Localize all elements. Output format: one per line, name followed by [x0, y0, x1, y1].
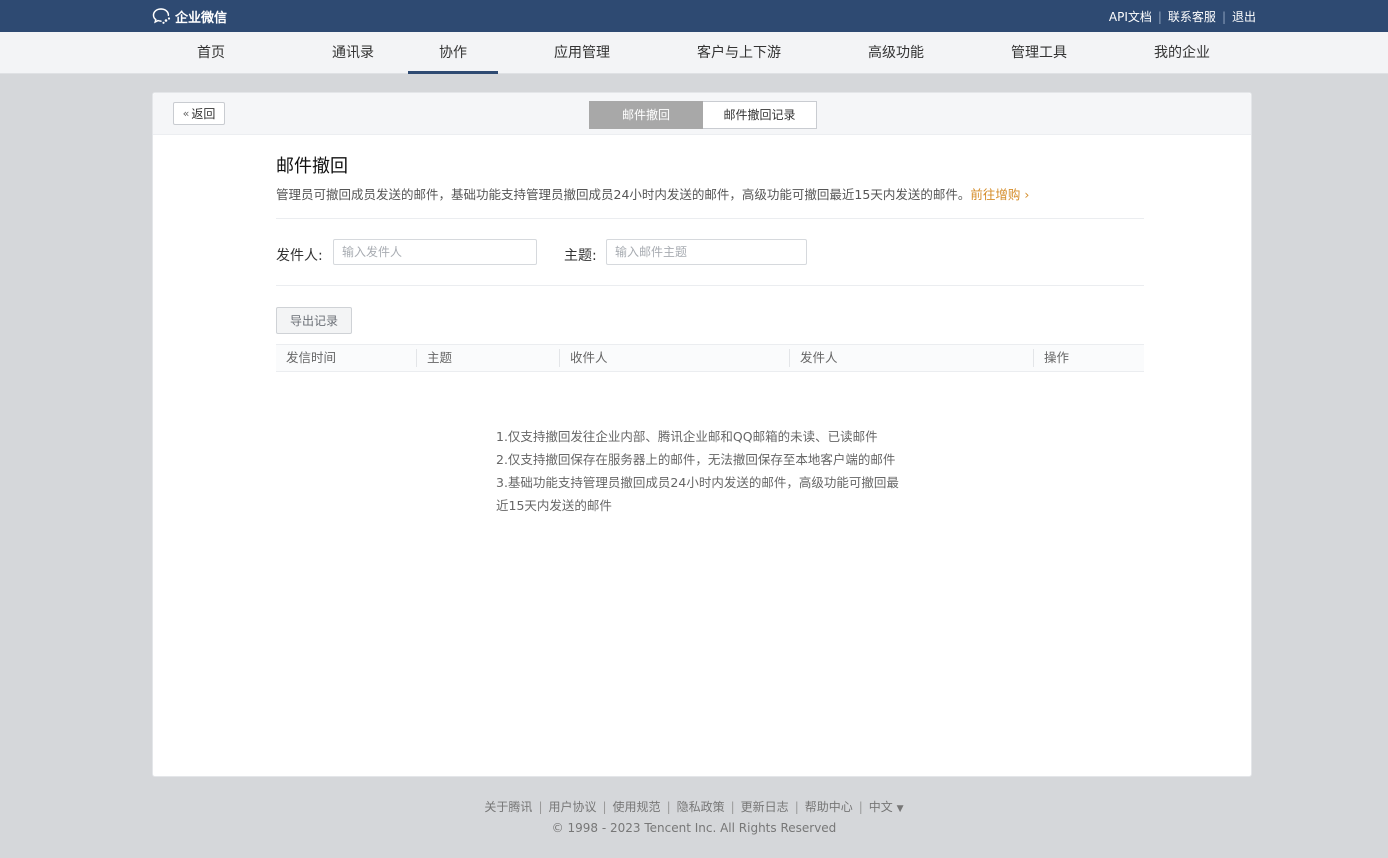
- sender-input[interactable]: [333, 239, 537, 265]
- top-bar: 企业微信 API文档 | 联系客服 | 退出: [0, 0, 1388, 32]
- divider: [276, 285, 1144, 286]
- footer-links: 关于腾讯 | 用户协议 | 使用规范 | 隐私政策 | 更新日志 | 帮助中心 …: [0, 798, 1388, 815]
- language-label: 中文: [868, 800, 893, 814]
- copyright: © 1998 - 2023 Tencent Inc. All Rights Re…: [551, 821, 837, 835]
- separator: |: [666, 799, 671, 814]
- page-description: 管理员可撤回成员发送的邮件，基础功能支持管理员撤回成员24小时内发送的邮件，高级…: [276, 184, 1029, 203]
- column-header-actions: 操作: [1033, 349, 1069, 367]
- separator: |: [1221, 9, 1226, 24]
- main-nav: 首页 通讯录 协作 应用管理 客户与上下游 高级功能 管理工具 我的企业: [0, 32, 1388, 74]
- nav-item-advanced[interactable]: 高级功能: [851, 32, 941, 74]
- table-header: 发信时间 主题 收件人 发件人 操作: [276, 344, 1144, 372]
- upgrade-link[interactable]: 前往增购 ›: [970, 187, 1029, 202]
- contact-support-link[interactable]: 联系客服: [1168, 8, 1216, 25]
- nav-item-tools[interactable]: 管理工具: [994, 32, 1084, 74]
- divider: [276, 218, 1144, 219]
- nav-item-app-management[interactable]: 应用管理: [537, 32, 627, 74]
- footer-link-user-agreement[interactable]: 用户协议: [548, 798, 596, 815]
- nav-item-my-enterprise[interactable]: 我的企业: [1137, 32, 1227, 74]
- footer-link-about[interactable]: 关于腾讯: [484, 798, 532, 815]
- content-card: « 返回 邮件撤回 邮件撤回记录 邮件撤回 管理员可撤回成员发送的邮件，基础功能…: [152, 92, 1252, 777]
- notice-line: 近15天内发送的邮件: [496, 498, 612, 513]
- tab-group: 邮件撤回 邮件撤回记录: [589, 101, 817, 129]
- footer-link-usage-rules[interactable]: 使用规范: [613, 798, 661, 815]
- separator: |: [538, 799, 543, 814]
- caret-down-icon: ▼: [896, 804, 904, 814]
- separator: |: [1157, 9, 1162, 24]
- separator: |: [730, 799, 735, 814]
- card-header: « 返回 邮件撤回 邮件撤回记录: [153, 93, 1251, 135]
- footer-link-changelog[interactable]: 更新日志: [741, 798, 789, 815]
- tab-mail-recall-records[interactable]: 邮件撤回记录: [703, 101, 817, 129]
- sender-label: 发件人:: [276, 248, 323, 264]
- logo-text: 企业微信: [175, 10, 228, 26]
- logo[interactable]: 企业微信: [152, 6, 227, 26]
- separator: |: [794, 799, 799, 814]
- nav-item-customers[interactable]: 客户与上下游: [679, 32, 799, 74]
- subject-input[interactable]: [606, 239, 807, 265]
- logout-link[interactable]: 退出: [1232, 8, 1256, 25]
- double-chevron-left-icon: «: [182, 107, 190, 120]
- api-docs-link[interactable]: API文档: [1109, 8, 1152, 25]
- language-selector[interactable]: 中文 ▼: [869, 798, 904, 815]
- column-header-recipient: 收件人: [559, 349, 608, 367]
- column-header-sender: 发件人: [789, 349, 838, 367]
- tab-mail-recall[interactable]: 邮件撤回: [589, 101, 703, 129]
- description-text: 管理员可撤回成员发送的邮件，基础功能支持管理员撤回成员24小时内发送的邮件，高级…: [276, 187, 971, 202]
- back-button-label: 返回: [191, 107, 216, 121]
- footer-link-privacy[interactable]: 隐私政策: [677, 798, 725, 815]
- footer-link-help[interactable]: 帮助中心: [805, 798, 853, 815]
- page-title: 邮件撤回: [276, 156, 348, 177]
- export-records-button[interactable]: 导出记录: [276, 307, 352, 334]
- nav-item-collaboration[interactable]: 协作: [408, 32, 498, 74]
- back-button[interactable]: « 返回: [173, 102, 225, 125]
- nav-item-contacts[interactable]: 通讯录: [308, 32, 398, 74]
- wecom-logo-icon: [152, 8, 171, 24]
- upgrade-link-label: 前往增购: [970, 187, 1021, 202]
- nav-item-home[interactable]: 首页: [166, 32, 256, 74]
- top-links: API文档 | 联系客服 | 退出: [1109, 8, 1256, 25]
- footer: 关于腾讯 | 用户协议 | 使用规范 | 隐私政策 | 更新日志 | 帮助中心 …: [0, 798, 1388, 836]
- separator: |: [858, 799, 863, 814]
- column-header-send-time: 发信时间: [286, 350, 337, 365]
- column-header-subject: 主题: [416, 349, 452, 367]
- empty-state-notice: 1.仅支持撤回发往企业内部、腾讯企业邮和QQ邮箱的未读、已读邮件 2.仅支持撤回…: [496, 425, 936, 517]
- notice-line: 1.仅支持撤回发往企业内部、腾讯企业邮和QQ邮箱的未读、已读邮件: [496, 429, 878, 444]
- notice-line: 3.基础功能支持管理员撤回成员24小时内发送的邮件，高级功能可撤回最: [496, 475, 899, 490]
- chevron-right-icon: ›: [1024, 187, 1030, 202]
- separator: |: [602, 799, 607, 814]
- notice-line: 2.仅支持撤回保存在服务器上的邮件，无法撤回保存至本地客户端的邮件: [496, 452, 896, 467]
- subject-label: 主题:: [564, 248, 597, 264]
